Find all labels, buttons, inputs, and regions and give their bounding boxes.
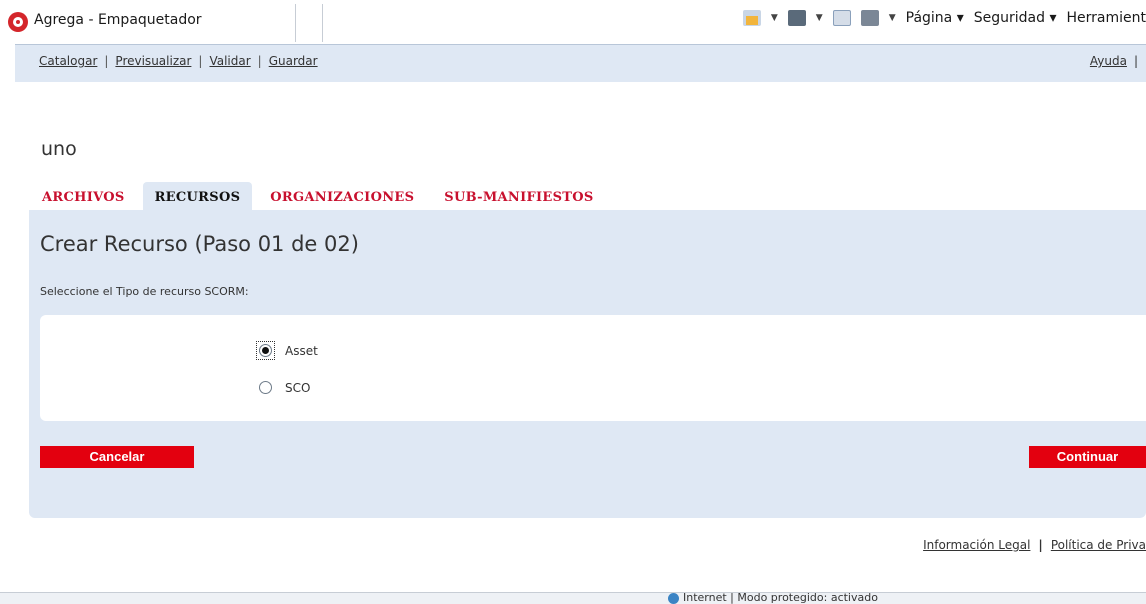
tab-recursos[interactable]: RECURSOS	[142, 182, 253, 212]
sco-label: SCO	[285, 380, 311, 395]
catalogar-link[interactable]: Catalogar	[39, 54, 97, 68]
resource-type-options: Asset SCO	[40, 315, 1146, 421]
tab-divider	[322, 4, 323, 42]
browser-status-bar: Internet | Modo protegido: activado	[0, 591, 1146, 604]
browser-command-bar: ▼ ▼ ▼ Página ▾ Seguridad ▾ Herramient	[742, 10, 1146, 26]
previsualizar-link[interactable]: Previsualizar	[115, 54, 191, 68]
tab-strip: ARCHIVOS RECURSOS ORGANIZACIONES SUB-MAN…	[30, 182, 606, 212]
print-icon[interactable]	[860, 10, 879, 26]
tab-sub-manifiestos[interactable]: SUB-MANIFIESTOS	[432, 182, 605, 212]
page-menu[interactable]: Página ▾	[906, 10, 964, 26]
tools-menu[interactable]: Herramient	[1067, 10, 1146, 26]
instruction-text: Seleccione el Tipo de recurso SCORM:	[40, 285, 249, 298]
tab-archivos[interactable]: ARCHIVOS	[30, 182, 137, 212]
agrega-logo-icon	[8, 12, 28, 32]
help-link[interactable]: Ayuda	[1090, 54, 1127, 68]
help-area: Ayuda |	[1089, 54, 1138, 68]
status-zone-text: Internet | Modo protegido: activado	[683, 591, 878, 604]
action-links: Catalogar | Previsualizar | Validar | Guardar	[39, 54, 318, 68]
mail-icon[interactable]	[832, 10, 851, 26]
guardar-link[interactable]: Guardar	[269, 54, 318, 68]
cancel-button[interactable]: Cancelar	[40, 446, 194, 468]
browser-toolbar: Agrega - Empaquetador ▼ ▼ ▼ Página ▾ Seg…	[0, 0, 1146, 44]
chevron-down-icon[interactable]: ▼	[889, 13, 896, 23]
validar-link[interactable]: Validar	[209, 54, 250, 68]
chevron-down-icon[interactable]: ▼	[771, 13, 778, 23]
legal-info-link[interactable]: Información Legal	[923, 538, 1030, 552]
browser-tab[interactable]: Agrega - Empaquetador	[4, 4, 296, 42]
continue-button[interactable]: Continuar	[1029, 446, 1146, 468]
chevron-down-icon[interactable]: ▼	[816, 13, 823, 23]
sco-radio[interactable]	[259, 381, 272, 394]
asset-option[interactable]: Asset	[256, 341, 318, 360]
content-panel: Crear Recurso (Paso 01 de 02) Seleccione…	[29, 210, 1146, 518]
feeds-icon[interactable]	[787, 10, 806, 26]
sco-option[interactable]: SCO	[256, 378, 310, 397]
globe-icon	[668, 592, 679, 604]
privacy-policy-link[interactable]: Política de Priva	[1051, 538, 1146, 552]
status-zone: Internet | Modo protegido: activado	[668, 591, 878, 604]
security-menu[interactable]: Seguridad ▾	[974, 10, 1057, 26]
page-title: uno	[41, 138, 77, 160]
asset-radio[interactable]	[259, 344, 272, 357]
panel-heading: Crear Recurso (Paso 01 de 02)	[40, 232, 359, 256]
tab-organizaciones[interactable]: ORGANIZACIONES	[258, 182, 426, 212]
home-icon[interactable]	[742, 10, 761, 26]
footer-links: Información Legal | Política de Priva	[923, 538, 1146, 552]
browser-tab-title: Agrega - Empaquetador	[34, 12, 202, 28]
top-navigation-bar: Catalogar | Previsualizar | Validar | Guardar …	[15, 44, 1146, 82]
asset-label: Asset	[285, 343, 318, 358]
